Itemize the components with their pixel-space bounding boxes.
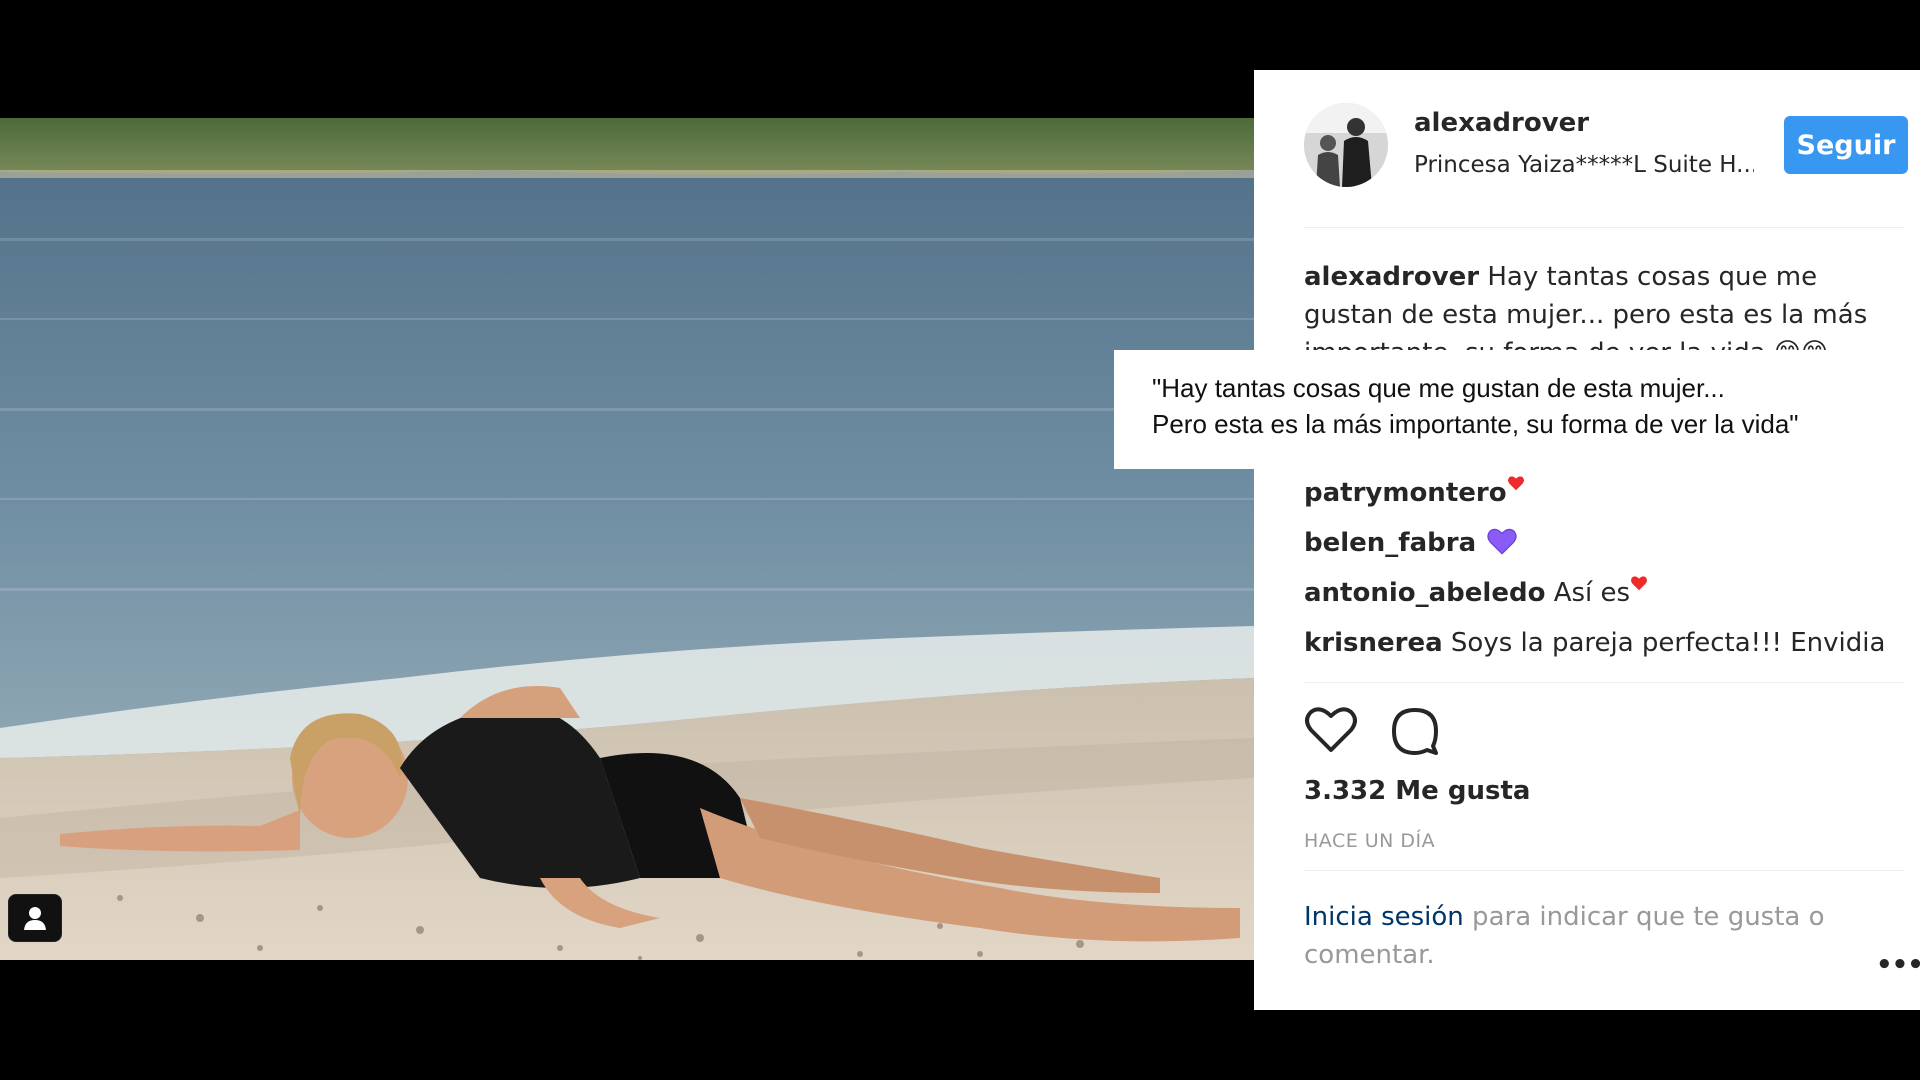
follow-button[interactable]: Seguir <box>1784 116 1908 174</box>
profile-photo <box>1304 103 1388 187</box>
post-timestamp[interactable]: HACE UN DÍA <box>1304 830 1435 852</box>
caption-username[interactable]: alexadrover <box>1304 262 1479 292</box>
purple-heart-icon <box>1487 528 1517 555</box>
comment-username[interactable]: belen_fabra <box>1304 528 1476 558</box>
likes-count[interactable]: 3.332 Me gusta <box>1304 776 1530 806</box>
post-location[interactable]: Princesa Yaiza*****L Suite H... <box>1414 152 1754 178</box>
more-options-icon[interactable]: ••• <box>1876 950 1920 980</box>
quote-text: "Hay tantas cosas que me gustan de esta … <box>1152 373 1799 439</box>
post-photo[interactable] <box>0 118 1254 960</box>
footer-divider <box>1304 870 1904 871</box>
comment: patrymontero <box>1304 468 1904 518</box>
post-side-panel: alexadrover Princesa Yaiza*****L Suite H… <box>1254 70 1920 1010</box>
comment-username[interactable]: krisnerea <box>1304 628 1443 658</box>
comment-username[interactable]: patrymontero <box>1304 478 1507 508</box>
login-prompt: Inicia sesión para indicar que te gusta … <box>1304 898 1844 974</box>
quote-overlay: "Hay tantas cosas que me gustan de esta … <box>1114 350 1920 469</box>
comment-bubble-icon[interactable] <box>1390 706 1440 756</box>
red-heart-icon <box>1631 576 1648 591</box>
comment: belen_fabra <box>1304 518 1904 568</box>
like-heart-icon[interactable] <box>1304 706 1358 754</box>
tagged-people-button[interactable] <box>8 894 62 942</box>
beach-photo <box>0 118 1254 960</box>
comment-text: Soys la pareja perfecta!!! Envidia <box>1450 628 1886 658</box>
comments-divider <box>1304 682 1904 683</box>
red-heart-icon <box>1507 476 1524 491</box>
header-divider <box>1304 227 1904 228</box>
comment-username[interactable]: antonio_abeledo <box>1304 578 1545 608</box>
avatar[interactable] <box>1304 103 1388 187</box>
post-caption: alexadrover Hay tantas cosas que me gust… <box>1304 258 1884 354</box>
post-username[interactable]: alexadrover <box>1414 108 1589 138</box>
person-icon <box>24 907 46 930</box>
login-link[interactable]: Inicia sesión <box>1304 902 1464 932</box>
comments-list[interactable]: patrymontero belen_fabra antonio_abeledo… <box>1304 468 1904 676</box>
comment: krisnerea Soys la pareja perfecta!!! Env… <box>1304 618 1904 668</box>
post-header: alexadrover Princesa Yaiza*****L Suite H… <box>1254 70 1920 228</box>
comment-text: Así es <box>1553 578 1631 608</box>
comment: antonio_abeledo Así es <box>1304 568 1904 618</box>
